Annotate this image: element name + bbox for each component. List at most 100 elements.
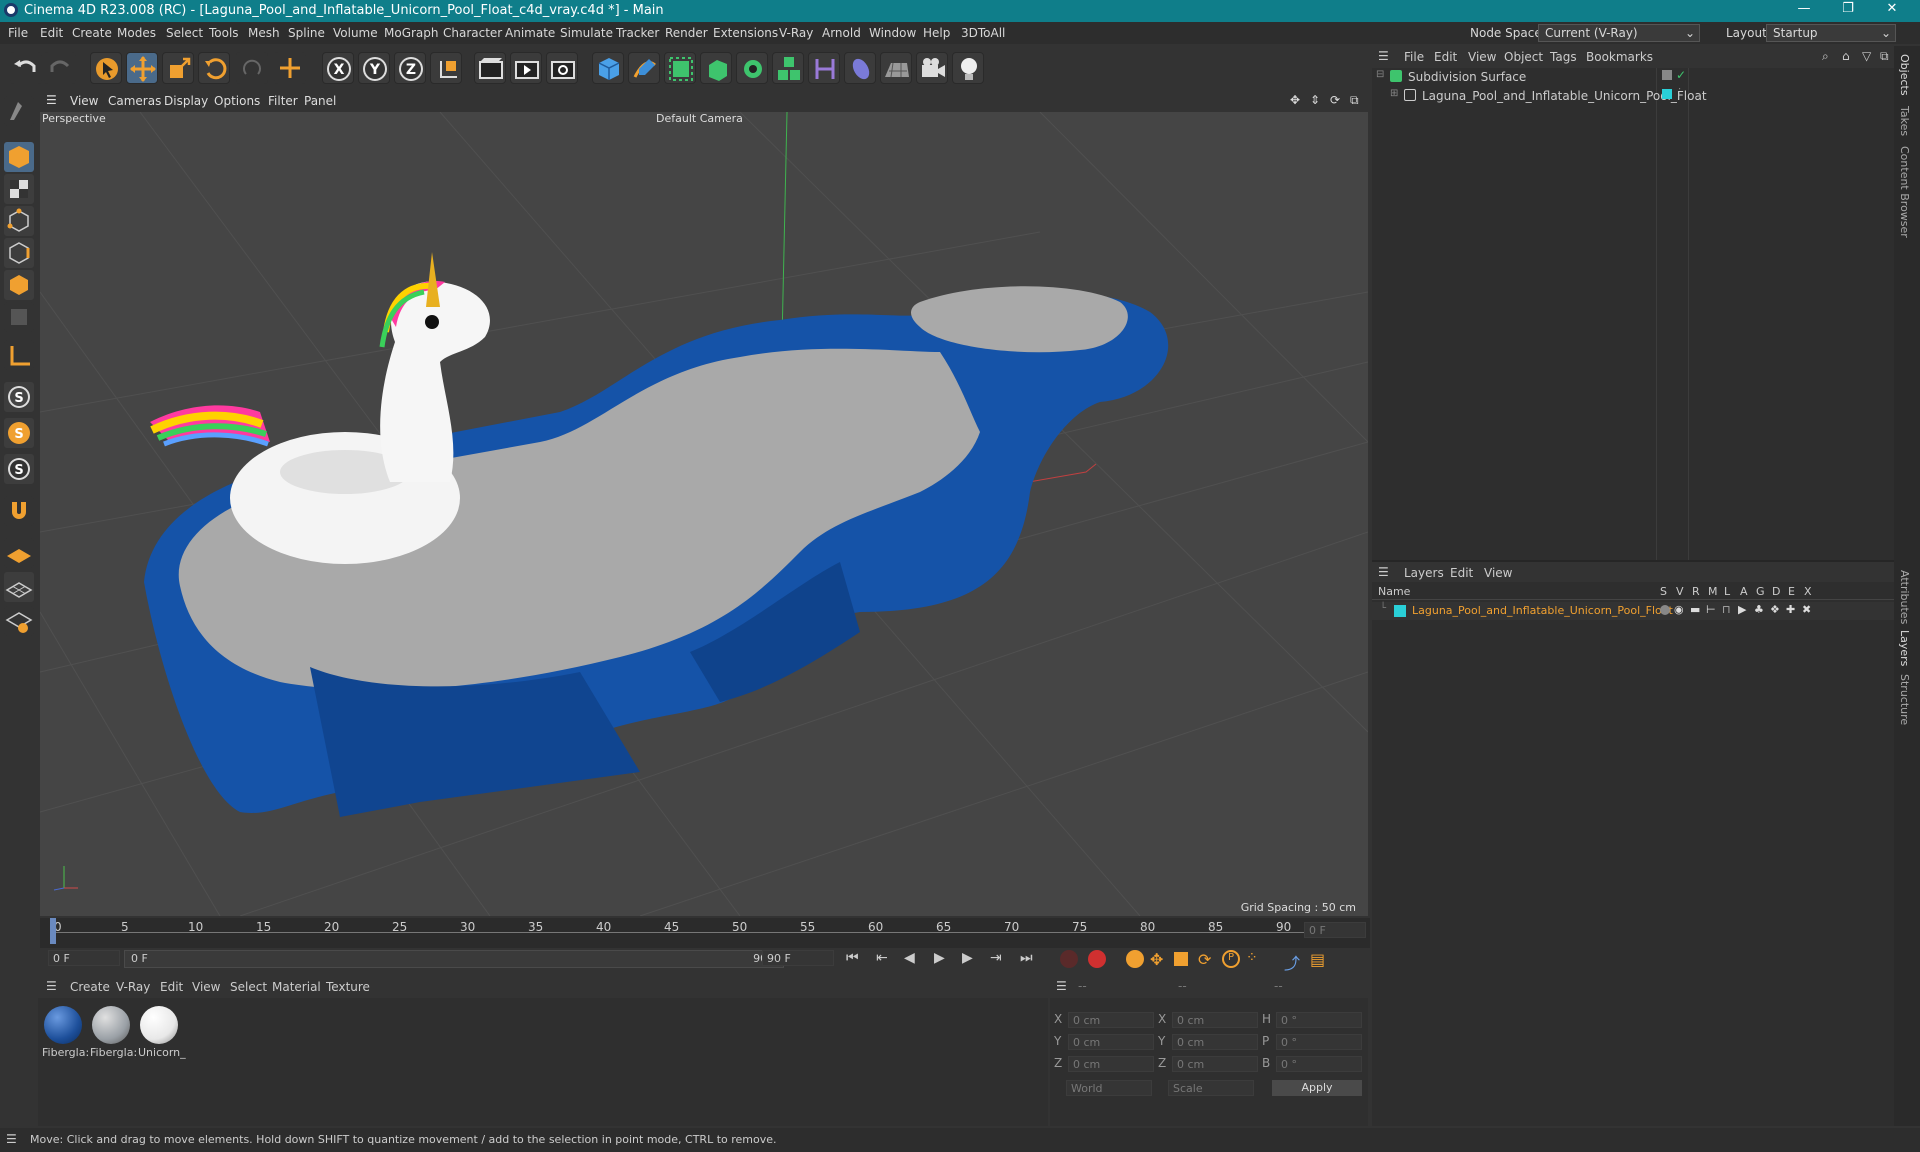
edge-mode-icon[interactable]: [4, 238, 34, 268]
current-frame-field[interactable]: 0 F: [1304, 922, 1366, 938]
menu-tracker[interactable]: Tracker: [616, 26, 659, 40]
viewport-menu-cameras[interactable]: Cameras: [108, 94, 161, 108]
x-axis-button[interactable]: X: [322, 52, 354, 84]
xref-icon[interactable]: ✖: [1802, 603, 1811, 616]
node-space-dropdown[interactable]: Current (V-Ray) ⌄: [1538, 24, 1700, 42]
generator-icon[interactable]: ♣: [1754, 603, 1764, 616]
render-settings-button[interactable]: [546, 52, 578, 84]
objects-menu-bookmarks[interactable]: Bookmarks: [1586, 50, 1653, 64]
light-icon[interactable]: [952, 52, 984, 84]
menu-3dtoall[interactable]: 3DToAll: [961, 26, 1005, 40]
objects-menu-object[interactable]: Object: [1504, 50, 1543, 64]
floor-icon[interactable]: [880, 52, 912, 84]
layers-menu-edit[interactable]: Edit: [1450, 566, 1473, 580]
menu-arnold[interactable]: Arnold: [822, 26, 861, 40]
viewport-menu-filter[interactable]: Filter: [268, 94, 298, 108]
undo-button[interactable]: [10, 52, 42, 84]
rotation-p-field[interactable]: 0 °: [1276, 1034, 1362, 1050]
viewport-menu-options[interactable]: Options: [214, 94, 260, 108]
layout-dropdown[interactable]: Startup ⌄: [1766, 24, 1896, 42]
position-y-field[interactable]: 0 cm: [1068, 1034, 1154, 1050]
col-generators[interactable]: G: [1756, 585, 1765, 598]
render-view-button[interactable]: [474, 52, 506, 84]
solo-icon[interactable]: [1660, 605, 1670, 615]
prev-frame-icon[interactable]: ◀: [904, 950, 915, 966]
tree-row-subdivision-surface[interactable]: ⊟ Subdivision Surface ✓: [1372, 68, 1894, 86]
texture-mode-icon[interactable]: [4, 174, 34, 204]
grid-plane-icon[interactable]: [4, 572, 34, 602]
material-swatch[interactable]: Unicorn_: [138, 1004, 186, 1062]
tab-takes[interactable]: Takes: [1898, 106, 1911, 136]
cloner-icon[interactable]: [736, 52, 768, 84]
point-mode-icon[interactable]: [4, 206, 34, 236]
position-x-field[interactable]: 0 cm: [1068, 1012, 1154, 1028]
end-frame-field[interactable]: 90 F: [762, 950, 834, 966]
hamburger-icon[interactable]: ☰: [6, 1132, 17, 1146]
home-icon[interactable]: ⌂: [1842, 49, 1850, 63]
goto-end-icon[interactable]: ⏭: [1020, 950, 1033, 966]
search-icon[interactable]: ⌕: [1822, 49, 1829, 64]
pla-key-icon[interactable]: ⁘: [1246, 950, 1258, 966]
rotation-key-icon[interactable]: ⟳: [1198, 950, 1211, 969]
camera-label[interactable]: Default Camera: [656, 112, 743, 125]
tab-objects[interactable]: Objects: [1898, 54, 1911, 96]
lock-icon[interactable]: ⊓: [1722, 603, 1731, 616]
polygon-mode-icon[interactable]: [4, 270, 34, 300]
menu-spline[interactable]: Spline: [288, 26, 325, 40]
animation-play-icon[interactable]: ▶: [1738, 603, 1746, 616]
layer-color-icon[interactable]: [1394, 605, 1406, 617]
coordinate-system-button[interactable]: [430, 52, 462, 84]
scale-dropdown[interactable]: Scale: [1168, 1080, 1254, 1096]
parameter-key-icon[interactable]: P: [1222, 950, 1240, 968]
size-y-field[interactable]: 0 cm: [1172, 1034, 1258, 1050]
menu-window[interactable]: Window: [869, 26, 916, 40]
hamburger-icon[interactable]: ☰: [1378, 565, 1389, 579]
scale-key-icon[interactable]: [1174, 952, 1188, 966]
playhead[interactable]: [50, 918, 56, 944]
start-frame-field[interactable]: 0 F: [48, 950, 120, 966]
zoom-view-icon[interactable]: ⇕: [1310, 93, 1320, 107]
hamburger-icon[interactable]: ☰: [46, 979, 57, 993]
material-menu-texture[interactable]: Texture: [326, 980, 370, 994]
move-tool-button[interactable]: [126, 52, 158, 84]
3d-viewport[interactable]: Perspective Default Camera Grid Spacing …: [40, 112, 1368, 916]
select-tool-button[interactable]: [90, 52, 122, 84]
col-xrefs[interactable]: X: [1804, 585, 1812, 598]
mograph-cubes-icon[interactable]: [772, 52, 804, 84]
minimize-icon[interactable]: —: [1784, 1, 1824, 16]
tree-row-laguna[interactable]: ⊞ Laguna_Pool_and_Inflatable_Unicorn_Poo…: [1372, 87, 1894, 105]
menu-vray[interactable]: V-Ray: [779, 26, 813, 40]
hierarchy-icon[interactable]: ⊢: [1706, 603, 1716, 616]
menu-character[interactable]: Character: [443, 26, 502, 40]
subdivision-surface-icon[interactable]: [664, 52, 696, 84]
layer-color-icon[interactable]: [1662, 89, 1672, 99]
move-view-icon[interactable]: ✥: [1290, 93, 1300, 107]
position-key-icon[interactable]: ✥: [1150, 950, 1163, 969]
axis-mode-icon[interactable]: [4, 340, 34, 370]
menu-extensions[interactable]: Extensions: [713, 26, 778, 40]
viewport-menu-display[interactable]: Display: [164, 94, 208, 108]
menu-animate[interactable]: Animate: [505, 26, 555, 40]
next-frame-icon[interactable]: ▶: [962, 950, 973, 966]
next-key-icon[interactable]: ⇥: [990, 950, 1002, 966]
pen-spline-icon[interactable]: [628, 52, 660, 84]
render-to-picture-viewer-button[interactable]: [510, 52, 542, 84]
prev-key-icon[interactable]: ⇤: [876, 950, 888, 966]
tab-attributes[interactable]: Attributes: [1898, 570, 1911, 624]
material-menu-material[interactable]: Material: [272, 980, 321, 994]
material-menu-view[interactable]: View: [192, 980, 220, 994]
deformer-icon[interactable]: [808, 52, 840, 84]
model-mode-icon[interactable]: [4, 142, 34, 172]
timeline-ruler[interactable]: 0 5 10 15 20 25 30 35 40 45 50 55 60 65 …: [40, 918, 1370, 948]
timeline-window-icon[interactable]: ▤: [1310, 950, 1325, 969]
apply-button[interactable]: Apply: [1272, 1080, 1362, 1096]
layers-menu-layers[interactable]: Layers: [1404, 566, 1444, 580]
menu-select[interactable]: Select: [166, 26, 203, 40]
menu-mograph[interactable]: MoGraph: [384, 26, 439, 40]
objects-menu-tags[interactable]: Tags: [1550, 50, 1577, 64]
workplane-icon[interactable]: [4, 538, 34, 568]
cube-icon[interactable]: [592, 52, 624, 84]
material-menu-edit[interactable]: Edit: [160, 980, 183, 994]
rotation-b-field[interactable]: 0 °: [1276, 1056, 1362, 1072]
tab-layers[interactable]: Layers: [1898, 630, 1911, 666]
